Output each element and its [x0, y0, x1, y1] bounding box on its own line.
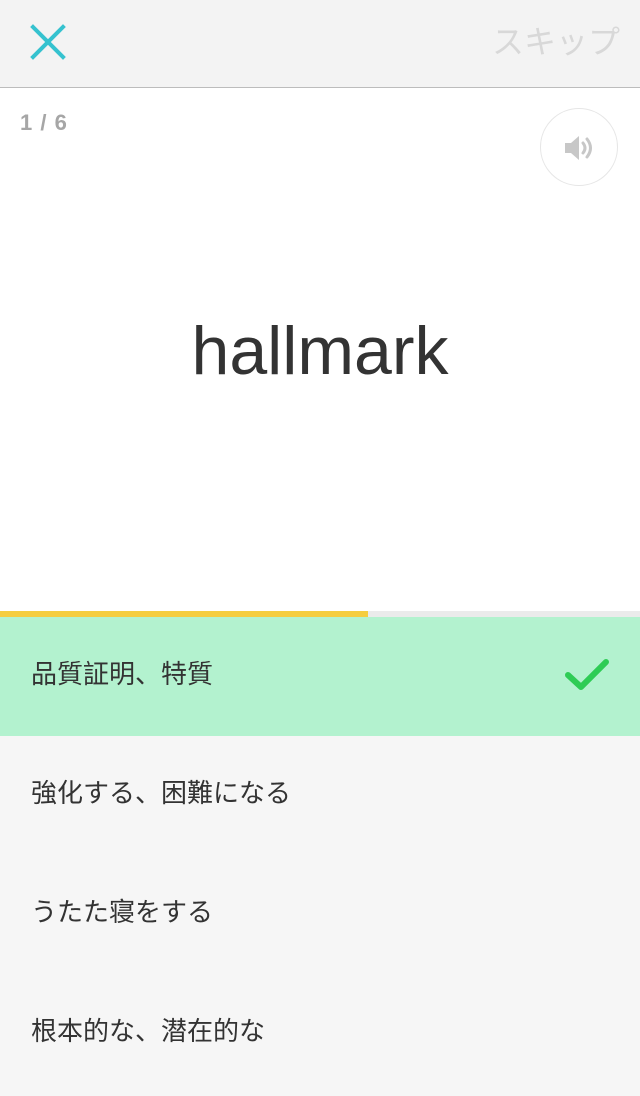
- play-audio-button[interactable]: [540, 108, 618, 186]
- answer-option[interactable]: 強化する、困難になる: [0, 736, 640, 855]
- answer-option[interactable]: うたた寝をする: [0, 855, 640, 974]
- answer-option-label: 強化する、困難になる: [31, 779, 292, 809]
- answer-option-correct[interactable]: 品質証明、特質: [0, 617, 640, 736]
- top-bar: スキップ: [0, 0, 640, 88]
- answer-option-label: うたた寝をする: [31, 898, 214, 928]
- speaker-icon: [565, 136, 592, 160]
- question-counter: 1 / 6: [20, 110, 68, 135]
- close-button[interactable]: [22, 16, 74, 68]
- answer-option[interactable]: 根本的な、潜在的な: [0, 974, 640, 1093]
- skip-button[interactable]: スキップ: [492, 22, 620, 62]
- word-card: 1 / 6 hallmark: [0, 88, 640, 611]
- vocabulary-word: hallmark: [191, 313, 449, 389]
- close-icon: [30, 24, 66, 60]
- answer-options: 品質証明、特質 強化する、困難になる うたた寝をする 根本的な、潜在的な: [0, 617, 640, 1093]
- answer-option-label: 根本的な、潜在的な: [31, 1017, 266, 1047]
- check-icon: [565, 659, 609, 690]
- answer-option-label: 品質証明、特質: [31, 660, 214, 690]
